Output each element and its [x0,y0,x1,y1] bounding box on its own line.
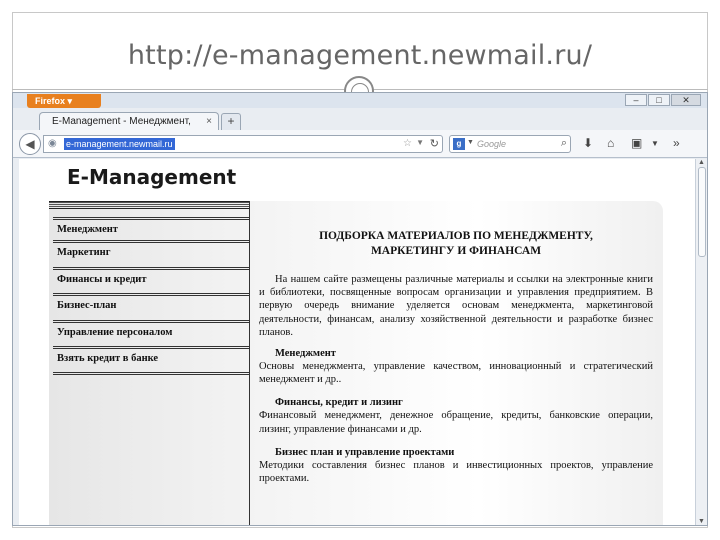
slide-title: http://e-management.newmail.ru/ [127,40,593,71]
page-viewport: E-Management Менеджмент Маркетинг Финанс… [19,159,695,525]
overflow-icon[interactable]: » [673,136,680,150]
section-title-finance: Финансы, кредит и лизинг [275,397,403,409]
menu-top-rule [49,201,249,209]
window-controls: – □ ✕ [625,94,701,106]
reload-icon[interactable]: ↻ [430,137,439,150]
globe-icon: ◉ [48,138,57,149]
search-bar[interactable]: g ▼ Google ⌕ [449,135,571,153]
url-dropdown-icon[interactable]: ▼ [416,138,424,147]
google-engine-icon[interactable]: g [453,138,465,150]
menu-item-marketing[interactable]: Маркетинг [53,243,249,270]
tab-strip: E-Management - Менеджмент, маркет... × + [13,108,707,145]
site-menu: Менеджмент Маркетинг Финансы и кредит Би… [53,217,249,376]
section-text-business-plan: Методики составления бизнес планов и инв… [259,459,653,485]
content-heading: ПОДБОРКА МАТЕРИАЛОВ ПО МЕНЕДЖМЕНТУ, МАРК… [259,229,653,259]
star-icon[interactable]: ☆ [403,138,412,149]
scroll-up-icon[interactable]: ▲ [698,159,705,166]
bookmarks-dropdown-icon[interactable]: ▼ [651,139,659,148]
menu-item-hr[interactable]: Управление персоналом [53,323,249,349]
url-text[interactable]: e-management.newmail.ru [64,138,175,150]
search-icon[interactable]: ⌕ [561,137,567,150]
scroll-thumb[interactable] [698,167,706,257]
firefox-menu-button[interactable]: Firefox ▾ [27,94,101,108]
minimize-button[interactable]: – [625,94,647,106]
column-divider [249,201,250,525]
maximize-button[interactable]: □ [648,94,670,106]
tab-e-management[interactable]: E-Management - Менеджмент, маркет... × [39,112,219,145]
browser-window: Firefox ▾ – □ ✕ E-Management - Менеджмен… [12,92,708,526]
url-bar[interactable]: ◉ e-management.newmail.ru ☆ ▼ ↻ [43,135,443,153]
navigation-bar: ◀ ◉ e-management.newmail.ru ☆ ▼ ↻ g ▼ Go… [13,130,707,158]
menu-item-business-plan[interactable]: Бизнес-план [53,296,249,323]
menu-item-bank-credit[interactable]: Взять кредит в банке [53,349,249,376]
menu-item-finance[interactable]: Финансы и кредит [53,270,249,297]
site-logo[interactable]: E-Management [67,165,236,189]
intro-paragraph: На нашем сайте размещены различные матер… [259,274,653,338]
section-title-management: Менеджмент [275,348,336,360]
tab-close-icon[interactable]: × [206,113,212,131]
back-button[interactable]: ◀ [19,133,41,155]
title-bar: Firefox ▾ – □ ✕ [13,93,707,108]
main-content: ПОДБОРКА МАТЕРИАЛОВ ПО МЕНЕДЖМЕНТУ, МАРК… [259,229,653,495]
home-icon[interactable]: ⌂ [607,136,614,150]
scroll-down-icon[interactable]: ▼ [698,518,705,525]
search-input[interactable]: Google [477,139,506,149]
download-icon[interactable]: ⬇ [583,136,593,150]
heading-line-1: ПОДБОРКА МАТЕРИАЛОВ ПО МЕНЕДЖМЕНТУ, [319,230,593,242]
menu-item-management[interactable]: Менеджмент [53,217,249,244]
close-window-button[interactable]: ✕ [671,94,701,106]
search-engine-dropdown-icon[interactable]: ▼ [467,139,474,146]
new-tab-button[interactable]: + [221,113,241,130]
section-text-management: Основы менеджмента, управление качеством… [259,361,653,386]
bookmarks-icon[interactable]: ▣ [631,136,642,150]
vertical-scrollbar[interactable]: ▲ ▼ [695,159,707,525]
section-title-business-plan: Бизнес план и управление проектами [275,446,455,458]
heading-line-2: МАРКЕТИНГУ И ФИНАНСАМ [370,245,542,257]
section-text-finance: Финансовый менеджмент, денежное обращени… [259,410,653,435]
